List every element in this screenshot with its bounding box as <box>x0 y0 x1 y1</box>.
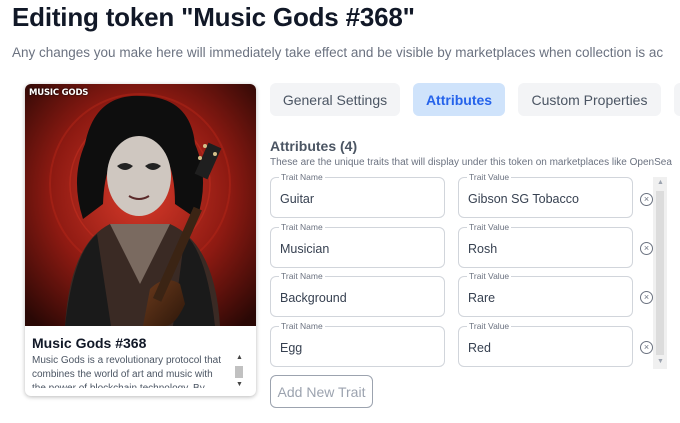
remove-circle-icon[interactable]: × <box>640 341 653 354</box>
trait-value-field[interactable]: Trait Value Gibson SG Tobacco <box>458 172 633 218</box>
page-title: Editing token "Music Gods #368" <box>12 2 415 32</box>
tab-custom-properties[interactable]: Custom Properties <box>518 83 661 116</box>
scroll-up-arrow-icon[interactable]: ▲ <box>236 354 243 361</box>
trait-name-value[interactable]: Egg <box>280 341 302 355</box>
trait-name-label: Trait Name <box>279 222 325 232</box>
trait-name-value[interactable]: Musician <box>280 242 329 256</box>
remove-circle-icon[interactable]: × <box>640 193 653 206</box>
tab-attributes[interactable]: Attributes <box>413 83 505 116</box>
trait-name-value[interactable]: Guitar <box>280 192 314 206</box>
tab-overflow[interactable] <box>674 83 680 116</box>
trait-name-value[interactable]: Background <box>280 291 347 305</box>
trait-name-label: Trait Name <box>279 271 325 281</box>
remove-circle-icon[interactable]: × <box>640 291 653 304</box>
trait-value-label: Trait Value <box>467 271 512 281</box>
trait-value-label: Trait Value <box>467 222 512 232</box>
trait-name-field[interactable]: Trait Name Musician <box>270 222 445 268</box>
trait-value-value[interactable]: Gibson SG Tobacco <box>468 192 579 206</box>
attributes-heading: Attributes (4) <box>270 138 358 154</box>
attributes-description: These are the unique traits that will di… <box>270 157 672 168</box>
scrollbar-thumb[interactable] <box>656 191 664 355</box>
brand-logo: MUSIC GODS <box>29 88 89 98</box>
trait-value-value[interactable]: Rare <box>468 291 495 305</box>
trait-name-label: Trait Name <box>279 321 325 331</box>
trait-value-value[interactable]: Rosh <box>468 242 497 256</box>
trait-value-label: Trait Value <box>467 321 512 331</box>
scroll-up-arrow-icon[interactable]: ▲ <box>657 179 664 186</box>
trait-name-field[interactable]: Trait Name Guitar <box>270 172 445 218</box>
scroll-down-arrow-icon[interactable]: ▼ <box>236 381 243 388</box>
remove-circle-icon[interactable]: × <box>640 242 653 255</box>
token-card: MUSIC GODS Music Gods #368 Music Gods is… <box>25 84 256 396</box>
token-image: MUSIC GODS <box>25 84 256 326</box>
attributes-scrollbar[interactable]: ▲ ▼ <box>653 177 667 369</box>
trait-value-value[interactable]: Red <box>468 341 491 355</box>
trait-value-field[interactable]: Trait Value Rosh <box>458 222 633 268</box>
trait-value-field[interactable]: Trait Value Rare <box>458 271 633 317</box>
description-scrollbar[interactable]: ▲ ▼ <box>233 354 245 390</box>
trait-name-field[interactable]: Trait Name Background <box>270 271 445 317</box>
trait-name-field[interactable]: Trait Name Egg <box>270 321 445 367</box>
scroll-down-arrow-icon[interactable]: ▼ <box>657 358 664 365</box>
add-new-trait-button[interactable]: Add New Trait <box>270 375 373 408</box>
trait-name-label: Trait Name <box>279 172 325 182</box>
scrollbar-thumb[interactable] <box>235 366 243 378</box>
page-subtitle: Any changes you make here will immediate… <box>12 45 664 60</box>
trait-value-label: Trait Value <box>467 172 512 182</box>
trait-value-field[interactable]: Trait Value Red <box>458 321 633 367</box>
token-description: Music Gods is a revolutionary protocol t… <box>32 355 221 388</box>
token-name: Music Gods #368 <box>32 335 147 351</box>
tab-general-settings[interactable]: General Settings <box>270 83 400 116</box>
